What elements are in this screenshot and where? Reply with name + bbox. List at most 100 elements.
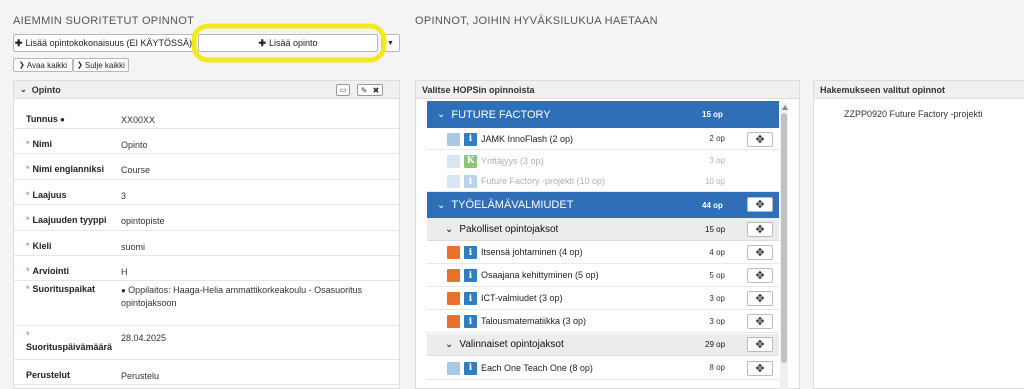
course-name: Osaajana kehittyminen (5 op) (481, 270, 599, 280)
course-row[interactable]: i JAMK InnoFlash (2 op) 2 op ✥ (427, 128, 779, 150)
field-label-text: Arviointi (32, 266, 70, 276)
course-row[interactable]: i Itsensä johtaminen (4 op) 4 op ✥ (427, 241, 779, 264)
required-marker: * (26, 241, 30, 251)
course-row[interactable]: i ICT-valmiudet (3 op) 3 op ✥ (427, 287, 779, 310)
field-value: opintopiste (121, 215, 371, 227)
move-icon[interactable]: ✥ (747, 291, 773, 306)
course-name: Yrittäjyys (3 op) (481, 155, 544, 166)
field-label: * Suorituspaikat (26, 284, 95, 294)
field-label-text: Nimi (32, 139, 53, 149)
course-name: Future Factory -projekti (10 op) (481, 176, 606, 186)
field-label: * Laajuuden tyyppi (26, 215, 107, 225)
subgroup-pakolliset[interactable]: ⌄ Pakolliset opintojaksot 15 op ✥ (427, 218, 779, 241)
move-icon[interactable]: ✥ (747, 360, 773, 376)
group-name: TYÖELÄMÄVALMIUDET (451, 199, 574, 211)
scrollbar-thumb[interactable] (781, 113, 787, 363)
k-badge-icon[interactable]: K (464, 154, 477, 168)
subgroup-valinnaiset[interactable]: ⌄ Valinnaiset opintojaksot 29 op ✥ (427, 334, 779, 356)
field-row: Tunnus ● XX00XX (14, 104, 399, 129)
subgroup-op: 15 op (705, 224, 726, 234)
required-marker: * (26, 139, 30, 149)
field-value: 28.04.2025 (121, 332, 371, 344)
field-label: * Laajuus (26, 190, 67, 200)
course-row[interactable]: i Each One Teach One (8 op) 8 op ✥ (427, 356, 779, 380)
field-label-text: Laajuuden tyyppi (32, 215, 107, 225)
field-label-text: Perustelut (26, 370, 71, 380)
hops-panel-title: Valitse HOPSin opinnoista (416, 81, 799, 99)
group-name: FUTURE FACTORY (451, 108, 551, 121)
close-icon[interactable]: ✖ (373, 86, 380, 95)
course-op: 5 op (709, 270, 725, 280)
highlight-annotation (191, 23, 387, 63)
move-icon[interactable]: ✥ (747, 314, 773, 329)
field-label-text: Kieli (32, 241, 52, 251)
scroll-up-arrow[interactable] (782, 105, 788, 110)
chevron-down-icon: ⌄ (20, 85, 27, 94)
field-value-text: Oppilaitos: Haaga-Helia ammattikorkeakou… (121, 285, 363, 308)
status-square (447, 315, 460, 328)
move-icon[interactable]: ✥ (747, 337, 773, 352)
course-row[interactable]: K Yrittäjyys (3 op) 3 op (427, 150, 779, 172)
course-row[interactable]: i Future Factory -projekti (10 op) 10 op (427, 171, 779, 192)
field-label: Perustelut (26, 370, 70, 380)
info-icon[interactable]: i (464, 246, 477, 259)
field-label: Tunnus ● (26, 114, 65, 124)
field-value-text: suomi (121, 242, 146, 252)
right-section-title: OPINNOT, JOIHIN HYVÄKSILUKUA HAETAAN (415, 15, 658, 27)
course-op: 8 op (709, 363, 725, 372)
info-icon[interactable]: ● (121, 286, 128, 295)
course-name: Each One Teach One (8 op) (481, 362, 593, 373)
move-icon[interactable]: ✥ (747, 222, 773, 237)
field-row: * Suorituspäivämäärä 28.04.2025 (14, 326, 399, 360)
status-square (447, 132, 460, 146)
subgroup-op: 29 op (705, 340, 726, 349)
info-icon[interactable]: i (464, 132, 477, 146)
field-label-text: Laajuus (32, 190, 67, 200)
required-marker: * (26, 330, 30, 340)
field-label: * Nimi (26, 139, 52, 149)
course-op: 3 op (709, 293, 725, 303)
group-op: 44 op (702, 200, 723, 210)
move-icon[interactable]: ✥ (747, 268, 773, 283)
move-icon[interactable]: ✥ (747, 245, 773, 260)
group-future-factory[interactable]: ⌄ FUTURE FACTORY 15 op (427, 101, 779, 128)
info-icon[interactable]: i (464, 292, 477, 305)
course-name: ICT-valmiudet (3 op) (481, 293, 563, 303)
open-all-button[interactable]: ❯ Avaa kaikki (13, 58, 73, 72)
field-value-text: Course (121, 165, 151, 175)
field-value-text: XX00XX (121, 115, 156, 125)
move-icon[interactable]: ✥ (747, 197, 773, 212)
info-icon[interactable]: i (464, 175, 477, 188)
plus-icon: ✚ (14, 37, 23, 48)
field-value: XX00XX (121, 114, 371, 126)
required-marker: * (26, 215, 30, 225)
group-tyoelama[interactable]: ⌄ TYÖELÄMÄVALMIUDET 44 op ✥ (427, 192, 779, 218)
move-icon[interactable]: ✥ (747, 131, 773, 147)
edit-icon[interactable]: ✎ (361, 86, 368, 95)
course-name: Itsensä johtaminen (4 op) (481, 247, 583, 257)
field-value-text: opintopiste (121, 216, 165, 226)
info-icon[interactable]: i (464, 269, 477, 282)
course-op: 4 op (709, 247, 725, 257)
course-row[interactable]: i Osaajana kehittyminen (5 op) 5 op ✥ (427, 264, 779, 287)
field-label-text: Nimi englanniksi (32, 164, 105, 174)
info-icon[interactable]: i (464, 361, 477, 375)
field-label-text: Suorituspäivämäärä (26, 342, 113, 352)
subgroup-name: Pakolliset opintojaksot (459, 223, 559, 235)
group-op: 15 op (702, 110, 723, 119)
field-value-text: 3 (121, 191, 127, 201)
selected-item[interactable]: ZZPP0920 Future Factory -projekti (844, 109, 983, 119)
info-icon[interactable]: i (464, 315, 477, 328)
close-all-button[interactable]: ❯ Sulje kaikki (73, 58, 129, 72)
status-square (447, 154, 460, 168)
course-op: 3 op (709, 316, 725, 326)
add-kokonaisuus-button[interactable]: ✚ Lisää opintokokonaisuus (EI KÄYTÖSSÄ) (13, 34, 194, 52)
course-op: 3 op (709, 156, 725, 165)
field-row: * Nimi englanniksi Course (14, 154, 399, 180)
chevron-down-icon: ❯ (18, 62, 25, 69)
course-row[interactable]: i Talousmatematiikka (3 op) 3 op ✥ (427, 310, 779, 333)
info-icon[interactable]: ● (58, 115, 65, 124)
selected-panel: Hakemukseen valitut opinnot ZZPP0920 Fut… (813, 80, 1024, 389)
close-all-label: Sulje kaikki (84, 60, 125, 70)
collapse-card-icon[interactable]: ▭ (336, 84, 350, 96)
